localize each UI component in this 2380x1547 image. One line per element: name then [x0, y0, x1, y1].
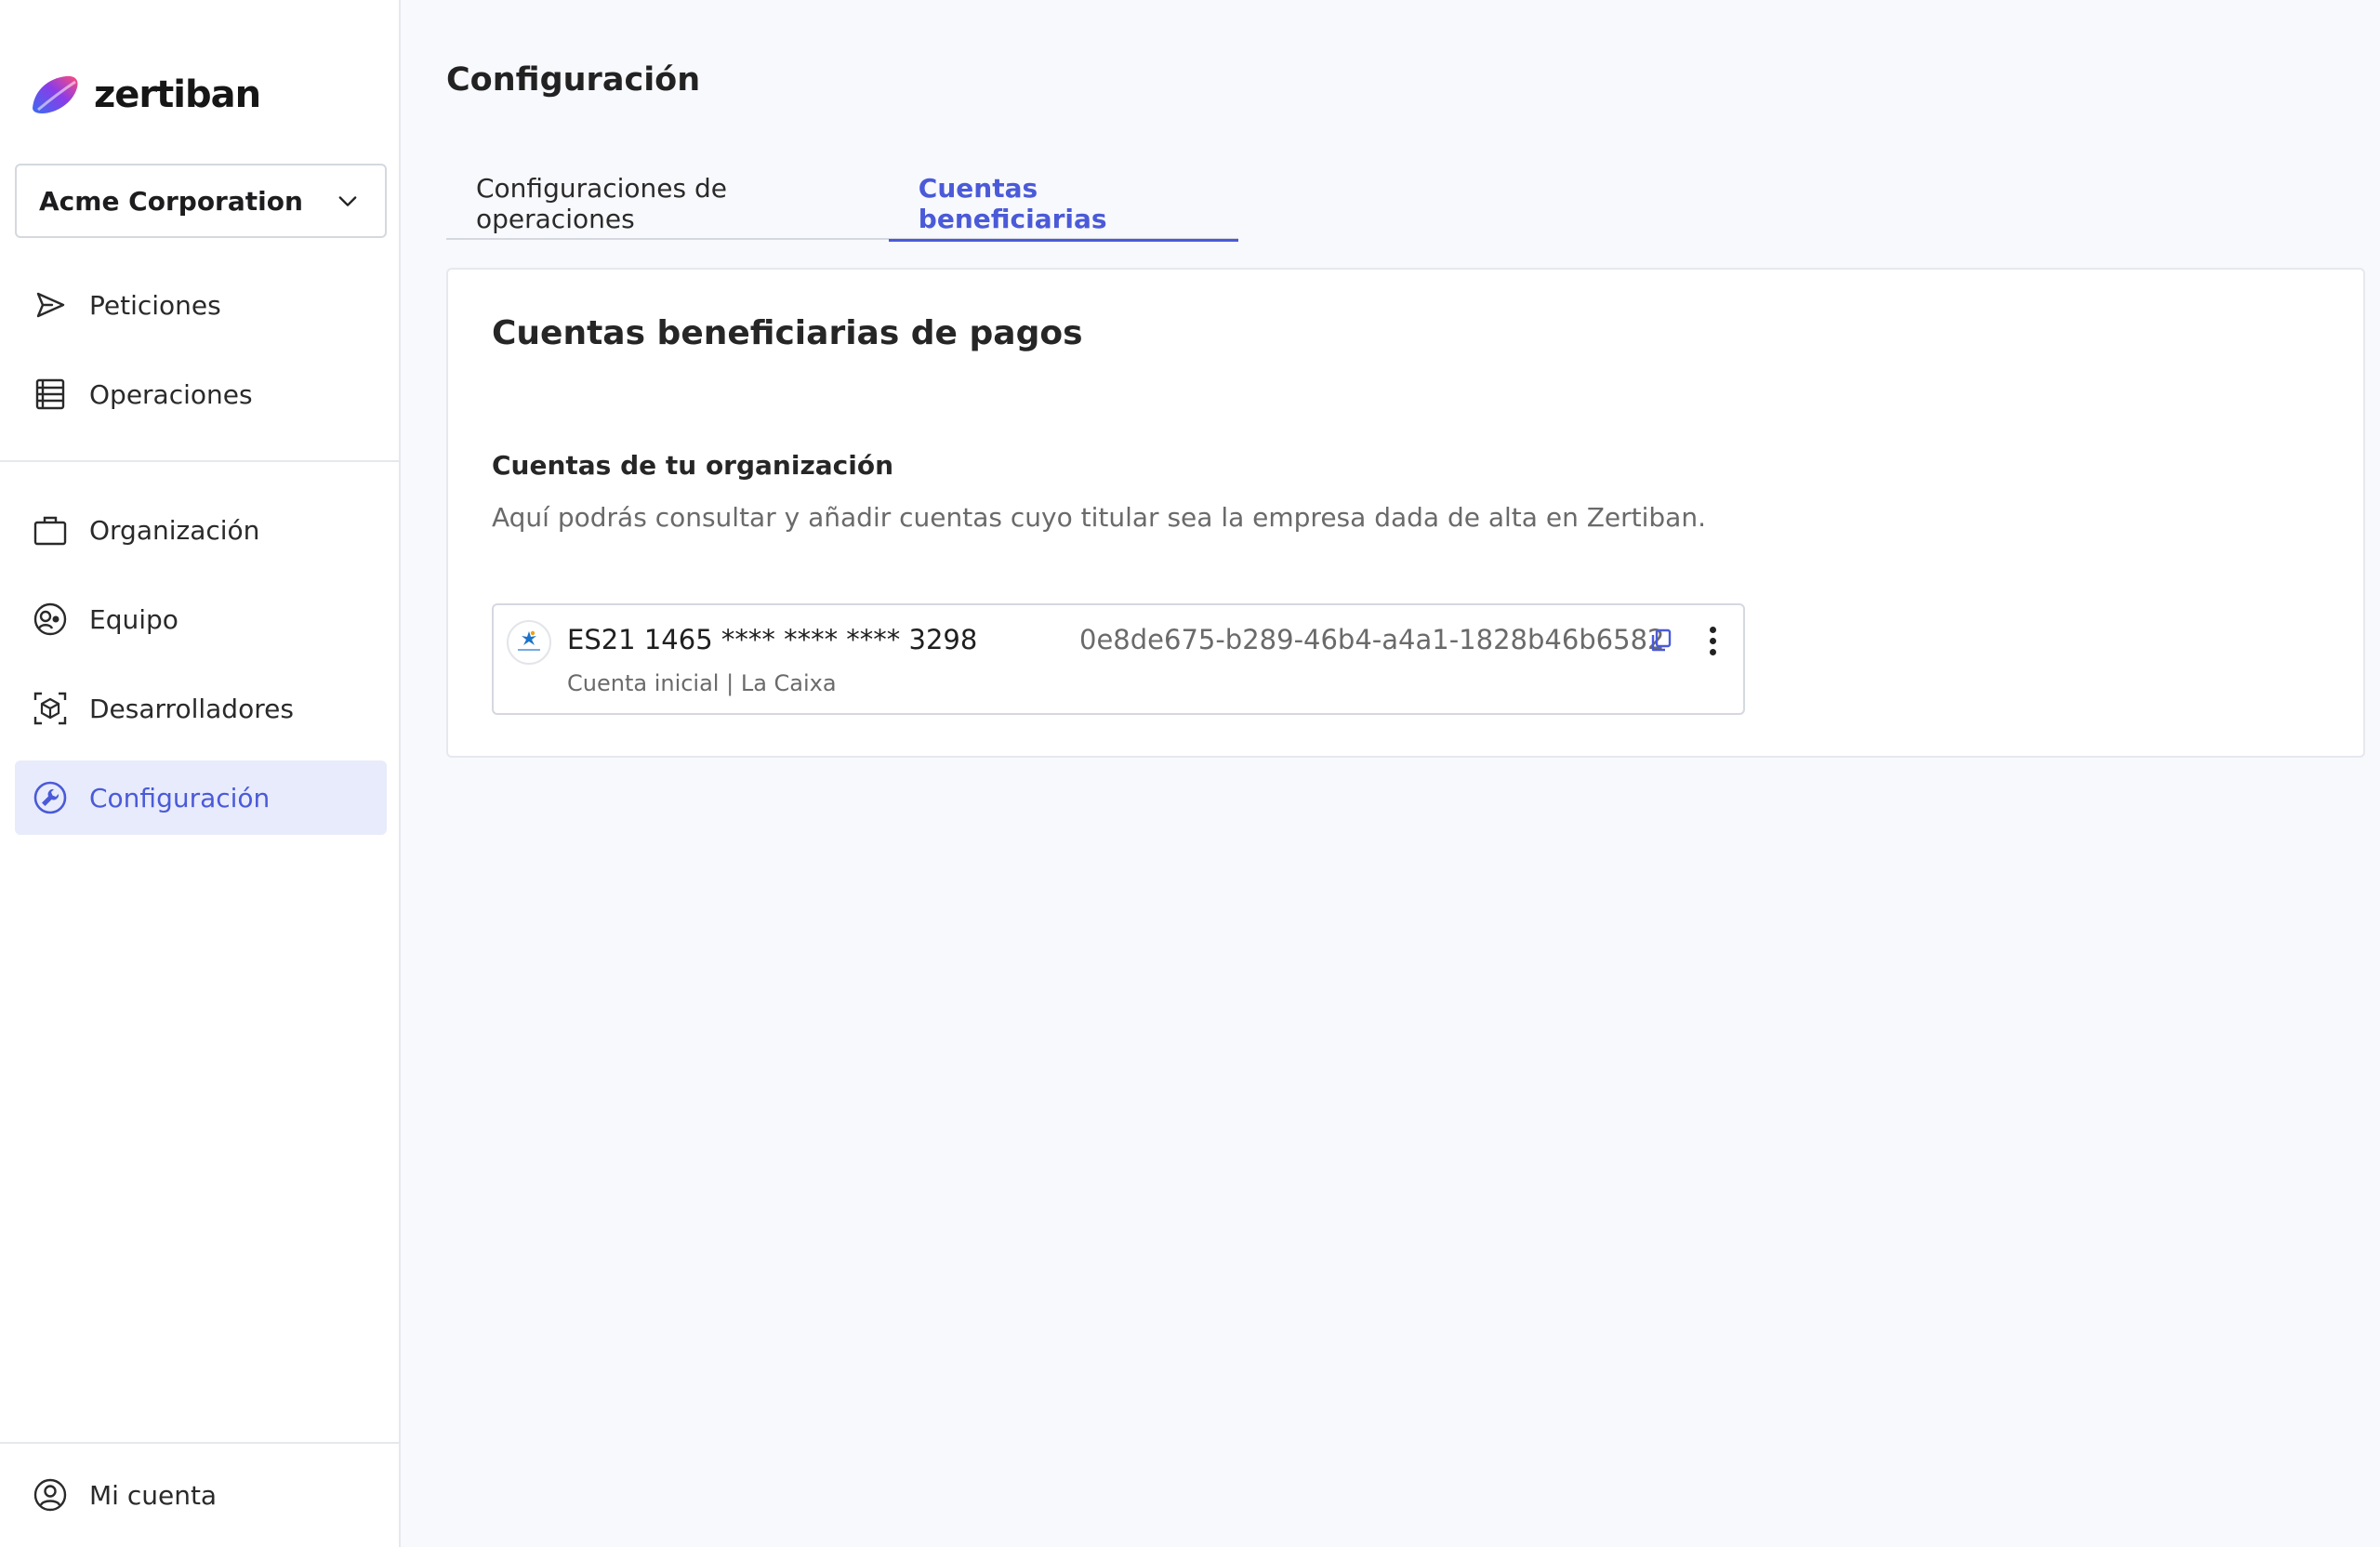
organization-selector[interactable]: Acme Corporation [15, 164, 387, 238]
section-title: Cuentas de tu organización [492, 450, 894, 481]
sidebar-item-label: Operaciones [89, 378, 253, 410]
sidebar-item-label: Organización [89, 514, 260, 546]
sidebar-divider [0, 460, 401, 462]
more-options-icon[interactable] [1699, 622, 1726, 659]
send-icon [32, 286, 69, 324]
page-title: Configuración [446, 61, 701, 99]
account-row[interactable]: ES21 1465 **** **** **** 3298 Cuenta ini… [492, 603, 1745, 715]
sidebar-item-operaciones[interactable]: Operaciones [15, 357, 387, 431]
team-icon [32, 601, 69, 638]
account-subtitle: Cuenta inicial | La Caixa [567, 670, 837, 696]
brand-logo[interactable]: zertiban [29, 73, 261, 117]
chevron-down-icon [338, 196, 357, 206]
sidebar-item-label: Desarrolladores [89, 693, 294, 724]
user-circle-icon [32, 1476, 69, 1514]
sidebar-item-equipo[interactable]: Equipo [15, 582, 387, 656]
wrench-icon [32, 779, 69, 816]
list-icon [32, 376, 69, 413]
tab-cuentas-beneficiarias[interactable]: Cuentas beneficiarias [888, 167, 1239, 242]
sidebar-item-mi-cuenta[interactable]: Mi cuenta [15, 1458, 387, 1532]
account-id: 0e8de675-b289-46b4-a4a1-1828b46b6582 [1079, 624, 1665, 655]
tab-configuraciones-de-operaciones[interactable]: Configuraciones de operaciones [446, 167, 889, 240]
zertiban-logo-icon [33, 75, 78, 113]
organization-selector-value: Acme Corporation [39, 185, 303, 217]
sidebar-item-label: Equipo [89, 603, 178, 635]
briefcase-icon [32, 511, 69, 549]
account-iban: ES21 1465 **** **** **** 3298 [567, 624, 978, 655]
sidebar-item-label: Configuración [89, 782, 271, 813]
cube-scan-icon [32, 690, 69, 727]
sidebar-item-label: Peticiones [89, 289, 221, 321]
card-title: Cuentas beneficiarias de pagos [492, 314, 1083, 352]
brand-name: zertiban [94, 73, 261, 116]
sidebar-item-organizacion[interactable]: Organización [15, 493, 387, 567]
beneficiary-accounts-card: Cuentas beneficiarias de pagos Cuentas d… [446, 268, 2365, 758]
sidebar: zertiban Acme Corporation Peticiones Ope… [0, 0, 401, 1547]
sidebar-footer-divider [0, 1442, 401, 1444]
section-description: Aquí podrás consultar y añadir cuentas c… [492, 502, 1706, 533]
sidebar-item-label: Mi cuenta [89, 1479, 218, 1511]
caixabank-logo-icon [507, 620, 551, 665]
sidebar-item-desarrolladores[interactable]: Desarrolladores [15, 671, 387, 746]
sidebar-item-peticiones[interactable]: Peticiones [15, 268, 387, 342]
copy-icon[interactable] [1646, 626, 1676, 655]
settings-tabs: Configuraciones de operaciones Cuentas b… [446, 167, 1239, 242]
sidebar-item-configuracion[interactable]: Configuración [15, 760, 387, 835]
